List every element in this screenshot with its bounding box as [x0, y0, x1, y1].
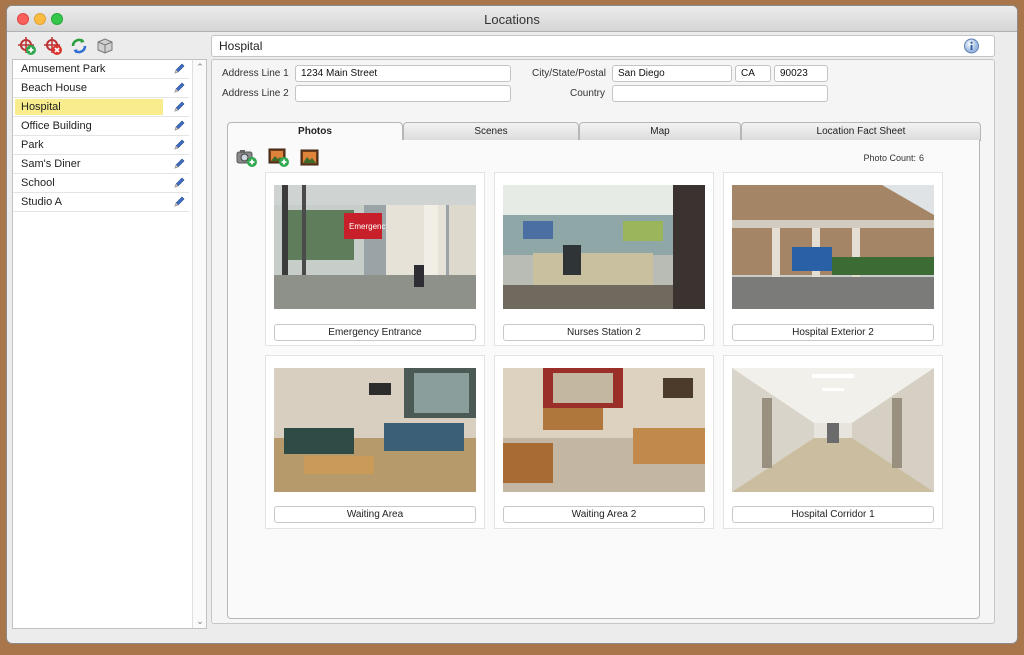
location-name-text: Hospital — [219, 39, 263, 53]
list-item-label: Sam's Diner — [21, 158, 81, 170]
title-bar: Locations — [7, 6, 1017, 32]
photo-waiting-area-2 — [503, 368, 705, 492]
photo-caption[interactable]: Nurses Station 2 — [503, 324, 705, 341]
edit-pencil-icon[interactable] — [173, 101, 185, 113]
edit-pencil-icon[interactable] — [173, 196, 185, 208]
address-line1-field[interactable]: 1234 Main Street — [295, 65, 511, 82]
city-state-postal-label: City/State/Postal — [532, 68, 606, 79]
edit-pencil-icon[interactable] — [173, 82, 185, 94]
list-item-label: Office Building — [21, 120, 92, 132]
tab-scenes[interactable]: Scenes — [403, 122, 579, 141]
list-item[interactable]: Hospital — [13, 98, 189, 117]
photo-card[interactable]: Nurses Station 2 — [494, 172, 714, 346]
scroll-up-icon[interactable]: ⌃ — [193, 60, 207, 74]
add-location-icon[interactable] — [17, 36, 37, 56]
photo-card[interactable]: Waiting Area 2 — [494, 355, 714, 529]
refresh-icon[interactable] — [69, 36, 89, 56]
list-item[interactable]: Office Building — [13, 117, 189, 136]
edit-pencil-icon[interactable] — [173, 177, 185, 189]
location-detail-panel: Address Line 1 1234 Main Street Address … — [211, 59, 995, 624]
postal-field[interactable]: 90023 — [774, 65, 828, 82]
photo-count: Photo Count: 6 — [860, 153, 924, 163]
list-scrollbar[interactable]: ⌃ ⌄ — [192, 60, 206, 628]
photos-tab-content: Photo Count: 6 Emergency Emergency Entra… — [227, 140, 980, 619]
photo-caption[interactable]: Emergency Entrance — [274, 324, 476, 341]
photo-count-value: 6 — [918, 153, 924, 163]
photo-hospital-corridor-1 — [732, 368, 934, 492]
photo-caption[interactable]: Waiting Area 2 — [503, 506, 705, 523]
edit-pencil-icon[interactable] — [173, 120, 185, 132]
add-photo-icon[interactable] — [236, 148, 258, 168]
edit-pencil-icon[interactable] — [173, 63, 185, 75]
country-label: Country — [570, 88, 606, 99]
photo-tools — [236, 148, 320, 168]
photo-hospital-exterior-2 — [732, 185, 934, 309]
photo-caption[interactable]: Hospital Corridor 1 — [732, 506, 934, 523]
photo-card[interactable]: Hospital Corridor 1 — [723, 355, 943, 529]
state-field[interactable]: CA — [735, 65, 771, 82]
address-line1-label: Address Line 1 — [222, 68, 289, 79]
photo-count-label: Photo Count: — [863, 153, 916, 163]
list-item-label: School — [21, 177, 55, 189]
info-icon[interactable] — [963, 38, 980, 55]
list-item[interactable]: Studio A — [13, 193, 189, 212]
photo-card[interactable]: Hospital Exterior 2 — [723, 172, 943, 346]
photo-emergency-entrance: Emergency — [274, 185, 476, 309]
list-item-label: Beach House — [21, 82, 88, 94]
locations-window: Locations Amusement Park Beach House Hos… — [6, 5, 1018, 644]
add-photo-from-library-icon[interactable] — [268, 148, 290, 168]
address-line2-label: Address Line 2 — [222, 88, 289, 99]
list-item[interactable]: School — [13, 174, 189, 193]
tab-map[interactable]: Map — [579, 122, 741, 141]
edit-pencil-icon[interactable] — [173, 139, 185, 151]
svg-text:Emergency: Emergency — [349, 222, 389, 231]
tab-location-fact-sheet[interactable]: Location Fact Sheet — [741, 122, 981, 141]
list-item[interactable]: Amusement Park — [13, 60, 189, 79]
list-item-label: Park — [21, 139, 44, 151]
list-item[interactable]: Beach House — [13, 79, 189, 98]
window-title: Locations — [484, 12, 540, 27]
photo-caption[interactable]: Hospital Exterior 2 — [732, 324, 934, 341]
list-item-label: Hospital — [15, 99, 163, 115]
address-line2-field[interactable] — [295, 85, 511, 102]
city-field[interactable]: San Diego — [612, 65, 732, 82]
location-toolbar — [17, 36, 115, 58]
list-item[interactable]: Park — [13, 136, 189, 155]
location-name-field[interactable]: Hospital — [211, 35, 995, 57]
photo-card[interactable]: Waiting Area — [265, 355, 485, 529]
photo-card[interactable]: Emergency Emergency Entrance — [265, 172, 485, 346]
location-list: Amusement Park Beach House Hospital Office … — [12, 59, 207, 629]
list-item[interactable]: Sam's Diner — [13, 155, 189, 174]
edit-pencil-icon[interactable] — [173, 158, 185, 170]
country-field[interactable] — [612, 85, 828, 102]
box-icon[interactable] — [95, 36, 115, 56]
list-item-label: Studio A — [21, 196, 62, 208]
remove-location-icon[interactable] — [43, 36, 63, 56]
tab-photos[interactable]: Photos — [227, 122, 403, 142]
scroll-down-icon[interactable]: ⌄ — [193, 614, 207, 628]
view-photos-icon[interactable] — [300, 148, 320, 168]
photo-waiting-area — [274, 368, 476, 492]
list-item-label: Amusement Park — [21, 63, 106, 75]
photo-caption[interactable]: Waiting Area — [274, 506, 476, 523]
photo-nurses-station-2 — [503, 185, 705, 309]
